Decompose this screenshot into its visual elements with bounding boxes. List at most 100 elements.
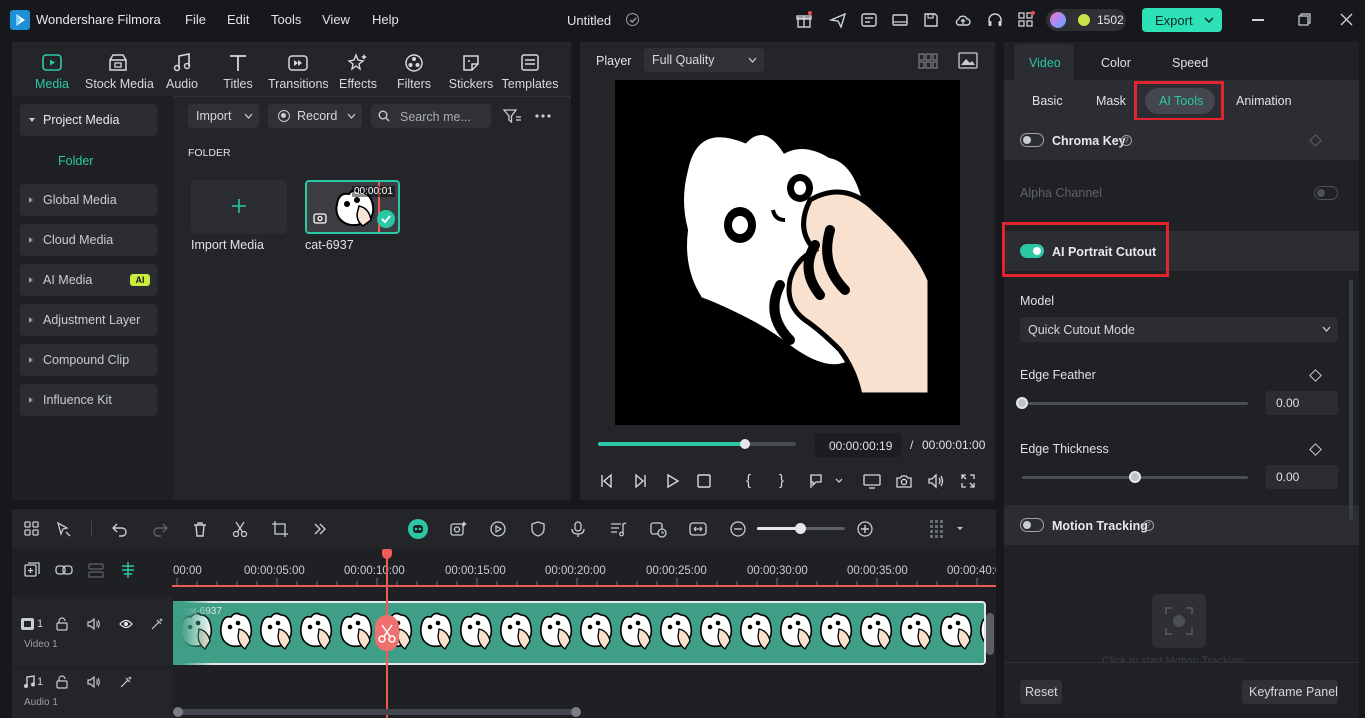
redo-icon[interactable] [151, 520, 169, 538]
auto-sync-icon[interactable] [649, 520, 667, 538]
add-track-icon[interactable] [23, 561, 41, 579]
lock-track-icon[interactable] [55, 675, 69, 689]
volume-icon[interactable] [927, 473, 945, 489]
cloud-upload-icon[interactable] [954, 11, 972, 29]
tab-effects[interactable]: Effects [328, 52, 388, 92]
fit-timeline-icon[interactable] [689, 520, 707, 538]
edge-thickness-input[interactable]: 0.00 [1266, 465, 1338, 489]
keyframe-panel-button[interactable]: Keyframe Panel [1242, 680, 1338, 704]
edge-feather-input[interactable]: 0.00 [1266, 391, 1338, 415]
sidebar-item-influence-kit[interactable]: Influence Kit [20, 384, 157, 416]
sidebar-item-adjustment-layer[interactable]: Adjustment Layer [20, 304, 157, 336]
display-settings-icon[interactable] [863, 473, 881, 489]
tab-stickers[interactable]: Stickers [441, 52, 501, 92]
microphone-icon[interactable] [569, 520, 587, 538]
marker-menu-icon[interactable] [808, 473, 844, 489]
next-frame-icon[interactable] [632, 473, 648, 489]
close-icon[interactable] [1340, 13, 1353, 26]
video-preview[interactable] [615, 80, 960, 425]
menu-edit[interactable]: Edit [227, 12, 249, 27]
sidebar-item-folder[interactable]: Folder [58, 154, 93, 168]
track-effect-icon[interactable] [150, 617, 164, 631]
properties-scrollbar[interactable] [1349, 280, 1353, 520]
undo-icon[interactable] [111, 520, 129, 538]
ai-assistant-icon[interactable] [408, 519, 428, 539]
motion-tracking-icon[interactable] [1152, 594, 1206, 648]
layout-icon[interactable] [23, 520, 41, 538]
more-tools-icon[interactable] [311, 520, 329, 538]
edge-feather-slider[interactable] [1022, 402, 1248, 405]
link-icon[interactable] [55, 561, 73, 579]
subtab-basic[interactable]: Basic [1032, 94, 1063, 108]
tab-titles[interactable]: Titles [208, 52, 268, 92]
tab-filters[interactable]: Filters [384, 52, 444, 92]
track-manager-icon[interactable] [87, 561, 105, 579]
menu-tools[interactable]: Tools [271, 12, 301, 27]
mute-track-icon[interactable] [87, 617, 101, 631]
track-layout-icon[interactable] [928, 518, 968, 540]
import-media-tile[interactable] [191, 180, 287, 234]
tab-speed[interactable]: Speed [1172, 56, 1208, 70]
scrollbar-left-handle[interactable] [173, 707, 183, 717]
zoom-in-icon[interactable] [856, 520, 874, 538]
menu-file[interactable]: File [185, 12, 206, 27]
search-input[interactable]: Search me... [400, 110, 471, 124]
media-search-box[interactable]: Search me... [371, 104, 491, 128]
sidebar-item-global-media[interactable]: Global Media [20, 184, 157, 216]
edge-thickness-handle[interactable] [1129, 471, 1141, 483]
reset-button[interactable]: Reset [1020, 680, 1062, 704]
sidebar-item-cloud-media[interactable]: Cloud Media [20, 224, 157, 256]
filter-icon[interactable] [502, 107, 522, 125]
send-icon[interactable] [829, 11, 847, 29]
lock-track-icon[interactable] [55, 617, 69, 631]
menu-help[interactable]: Help [372, 12, 399, 27]
tab-audio[interactable]: Audio [152, 52, 212, 92]
play-icon[interactable] [665, 473, 681, 489]
sidebar-item-ai-media[interactable]: AI Media AI [20, 264, 157, 296]
edge-feather-handle[interactable] [1016, 397, 1028, 409]
audio-mixer-icon[interactable] [609, 520, 627, 538]
save-icon[interactable] [922, 11, 940, 29]
maximize-icon[interactable] [1298, 13, 1311, 26]
scrollbar-right-handle[interactable] [571, 707, 581, 717]
record-button[interactable]: Record [268, 104, 362, 128]
camera-snapshot-icon[interactable] [896, 473, 912, 489]
subtab-mask[interactable]: Mask [1096, 94, 1126, 108]
credits-pill[interactable]: 1502 [1046, 9, 1126, 31]
delete-icon[interactable] [191, 520, 209, 538]
menu-view[interactable]: View [322, 12, 350, 27]
zoom-slider-handle[interactable] [795, 523, 806, 534]
mark-out-icon[interactable]: } [779, 472, 789, 490]
import-button[interactable]: Import [188, 104, 259, 128]
previous-frame-icon[interactable] [599, 473, 615, 489]
grid-apps-icon[interactable] [1017, 11, 1035, 29]
split-scissors-marker-icon[interactable] [375, 615, 399, 651]
gift-icon[interactable] [795, 11, 813, 29]
headset-icon[interactable] [986, 11, 1004, 29]
minimize-icon[interactable] [1252, 19, 1264, 21]
zoom-out-icon[interactable] [729, 520, 747, 538]
chroma-key-toggle[interactable] [1020, 133, 1044, 147]
alpha-channel-toggle[interactable] [1314, 186, 1338, 200]
model-select[interactable]: Quick Cutout Mode [1020, 317, 1338, 342]
current-time-field[interactable]: 00:00:00:19 [815, 433, 901, 457]
ai-effect-icon[interactable] [449, 520, 467, 538]
playback-progress-bar[interactable] [598, 442, 796, 446]
stop-icon[interactable] [697, 474, 711, 488]
progress-handle[interactable] [739, 439, 750, 449]
timeline-vertical-scrollbar[interactable] [986, 613, 994, 655]
export-button[interactable]: Export [1142, 8, 1222, 32]
subtab-animation[interactable]: Animation [1236, 94, 1292, 108]
sidebar-item-compound-clip[interactable]: Compound Clip [20, 344, 157, 376]
grid-view-icon[interactable] [918, 53, 938, 69]
mute-track-icon[interactable] [87, 675, 101, 689]
quality-select[interactable]: Full Quality [644, 48, 764, 72]
template-icon[interactable] [860, 11, 878, 29]
tab-stock-media[interactable]: Stock Media [85, 52, 154, 92]
eye-visibility-icon[interactable] [119, 618, 133, 630]
snapshot-image-icon[interactable] [958, 52, 978, 69]
crop-icon[interactable] [271, 520, 289, 538]
tab-video[interactable]: Video [1014, 44, 1074, 80]
mark-in-icon[interactable]: { [746, 472, 756, 490]
help-icon[interactable]: ? [1121, 135, 1132, 146]
